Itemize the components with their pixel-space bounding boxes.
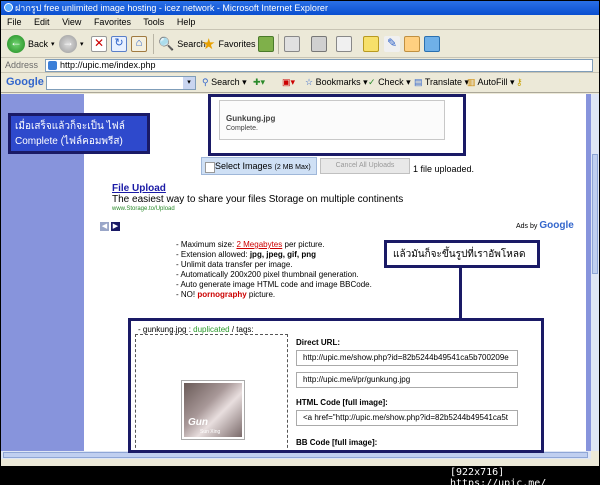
print-icon[interactable] — [311, 36, 327, 52]
chevron-down-icon: ▾ — [51, 41, 55, 48]
menu-view[interactable]: View — [62, 17, 81, 27]
mail-icon[interactable] — [284, 36, 300, 52]
translate-icon: ▤ — [414, 77, 423, 87]
search-button[interactable]: 🔍 Search — [158, 34, 206, 54]
ad-title-link[interactable]: File Upload — [112, 183, 166, 194]
cancel-uploads-button[interactable]: Cancel All Uploads — [320, 158, 410, 174]
address-input[interactable]: http://upic.me/index.php — [45, 59, 593, 72]
annotation-connector — [459, 268, 462, 320]
star-icon: ☆ — [305, 77, 314, 87]
refresh-icon[interactable]: ↻ — [111, 36, 127, 52]
ie-icon — [4, 3, 13, 12]
menu-edit[interactable]: Edit — [34, 17, 50, 27]
search-icon: ⚲ — [202, 77, 209, 87]
prev-icon[interactable]: ◀ — [100, 222, 109, 231]
bookmarks-button[interactable]: ☆ Bookmarks ▾ — [305, 77, 368, 88]
network-icon[interactable] — [424, 36, 440, 52]
address-label: Address — [5, 60, 39, 70]
check-button[interactable]: ✓ Check ▾ — [368, 77, 411, 88]
annotation-complete-note: เมื่อเสร็จแล้วก็จะเป็น ไฟล์ Complete (ไฟ… — [8, 113, 150, 154]
favorites-button[interactable]: ★ Favorites — [202, 34, 255, 54]
menu-file[interactable]: File — [7, 17, 22, 27]
edit-icon[interactable] — [336, 36, 352, 52]
back-arrow-icon — [7, 35, 25, 53]
max-size-link[interactable]: 2 Megabytes — [236, 240, 282, 249]
browser-window: ฝากรูป free unlimited image hosting - ic… — [1, 1, 599, 466]
annotation-result-note: แล้วมันก็จะขึ้นรูปที่เราอัพโหลด — [384, 240, 540, 268]
autofill-button[interactable]: ▥ AutoFill ▾ — [467, 77, 515, 88]
pen-icon[interactable]: ✎ — [384, 36, 400, 52]
upload-count: 1 file uploaded. — [413, 164, 475, 174]
folder-icon[interactable] — [363, 36, 379, 52]
stop-icon[interactable]: ✕ — [91, 36, 107, 52]
standard-toolbar: Back ▾ ▾ ✕ ↻ ⌂ 🔍 Search ★ Favorites ✎ — [1, 30, 599, 58]
autofill-icon: ▥ — [467, 77, 476, 87]
menu-favorites[interactable]: Favorites — [94, 17, 131, 27]
popup-blocker-icon[interactable]: ▣▾ — [282, 77, 295, 88]
forward-arrow-icon — [59, 35, 77, 53]
upload-rules: - Maximum size: 2 Megabytes per picture.… — [176, 240, 372, 299]
ad-nav: ◀ ▶ — [100, 222, 120, 231]
google-search-button[interactable]: ⚲ Search ▾ — [202, 77, 247, 88]
annotation-result-box — [128, 318, 544, 453]
select-images-button[interactable]: Select Images (2 MB Max) — [201, 157, 317, 175]
vertical-scrollbar[interactable] — [591, 94, 599, 451]
menu-bar: File Edit View Favorites Tools Help — [1, 15, 599, 30]
star-icon: ★ — [202, 36, 216, 53]
status-bar — [1, 459, 599, 466]
chevron-down-icon: ▾ — [80, 41, 84, 48]
history-icon[interactable] — [258, 36, 274, 52]
google-logo: Google — [6, 76, 44, 88]
key-icon[interactable]: ⚷ — [516, 77, 523, 88]
google-search-input[interactable]: ▾ — [46, 76, 196, 90]
translate-button[interactable]: ▤ Translate ▾ — [414, 77, 469, 88]
title-bar: ฝากรูป free unlimited image hosting - ic… — [1, 1, 599, 15]
ad-description: The easiest way to share your files Stor… — [112, 194, 404, 205]
image-caption: [922x716] https://upic.me/ — [450, 467, 547, 485]
next-icon[interactable]: ▶ — [111, 222, 120, 231]
menu-tools[interactable]: Tools — [143, 17, 164, 27]
google-toolbar: Google ▾ ⚲ Search ▾ ✚▾ ▣▾ ☆ Bookmarks ▾ … — [1, 73, 599, 93]
spellcheck-icon: ✓ — [368, 77, 376, 87]
menu-help[interactable]: Help — [177, 17, 196, 27]
ad-url-link[interactable]: www.Storage.to/Upload — [112, 206, 175, 212]
home-icon[interactable]: ⌂ — [131, 36, 147, 52]
window-title: ฝากรูป free unlimited image hosting - ic… — [15, 3, 328, 13]
messenger-icon[interactable] — [404, 36, 420, 52]
address-bar: Address http://upic.me/index.php — [1, 58, 599, 73]
forward-button[interactable]: ▾ — [59, 34, 84, 54]
search-icon: 🔍 — [158, 36, 175, 51]
chevron-down-icon[interactable]: ▾ — [183, 77, 195, 89]
back-button[interactable]: Back ▾ — [7, 34, 55, 54]
ads-by-google[interactable]: Ads by Google — [516, 220, 574, 231]
annotation-upload-box — [208, 94, 466, 156]
plus-icon[interactable]: ✚▾ — [253, 77, 265, 88]
